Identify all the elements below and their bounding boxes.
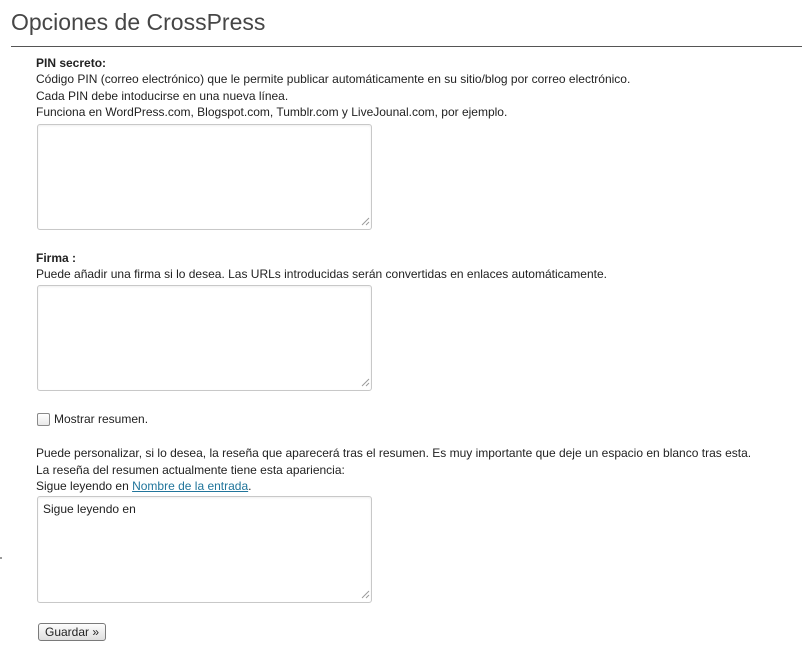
post-title-link[interactable]: Nombre de la entrada [132,479,248,493]
readmore-description-line-2: La reseña del resumen actualmente tiene … [36,463,345,477]
title-divider [11,46,802,47]
readmore-preview-prefix: Sigue leyendo en [36,479,133,493]
pin-description-line-2: Cada PIN debe intoducirse en una nueva l… [36,89,289,103]
show-summary-row: Mostrar resumen. [37,411,148,427]
page-title: Opciones de CrossPress [11,9,266,35]
show-summary-label[interactable]: Mostrar resumen. [54,411,148,427]
signature-textarea[interactable] [37,285,372,391]
pin-textarea[interactable] [37,124,372,230]
signature-label: Firma : [36,251,77,265]
readmore-description-line-1: Puede personalizar, si lo desea, la rese… [36,446,752,460]
readmore-preview: Sigue leyendo en Nombre de la entrada. [36,478,252,494]
readmore-preview-suffix: . [248,479,252,493]
pin-description-line-1: Código PIN (correo electrónico) que le p… [36,72,631,86]
pin-label: PIN secreto: [36,56,107,70]
edge-mark [0,557,2,559]
show-summary-checkbox[interactable] [37,412,50,426]
pin-description-line-3: Funciona en WordPress.com, Blogspot.com,… [36,105,508,119]
signature-description: Puede añadir una firma si lo desea. Las … [36,267,607,281]
readmore-textarea[interactable]: Sigue leyendo en [37,496,372,603]
save-button[interactable]: Guardar » [38,623,107,641]
